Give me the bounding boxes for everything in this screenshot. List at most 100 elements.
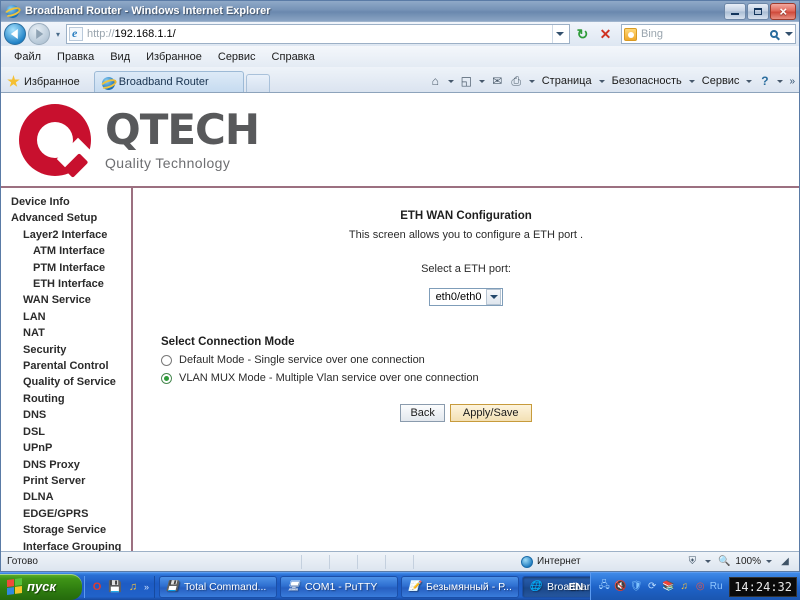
sidebar-item-device-info[interactable]: Device Info (1, 194, 131, 210)
restore-button[interactable] (747, 2, 769, 20)
taskbar-item-putty[interactable]: 🖥 COM1 - PuTTY (280, 575, 399, 598)
eth-port-select-wrapper: eth0/eth0 (133, 288, 799, 306)
sidebar-item-dns[interactable]: DNS (1, 407, 131, 423)
window-title: Broadband Router - Windows Internet Expl… (25, 5, 271, 17)
tab-broadband-router[interactable]: Broadband Router (93, 71, 244, 92)
taskbar-item-label: Безымянный - Р... (426, 580, 512, 593)
chevron-down-icon[interactable] (486, 289, 502, 305)
recent-pages-dropdown-icon[interactable]: ▾ (52, 30, 64, 39)
radio-default-mode-indicator[interactable] (161, 354, 172, 366)
print-dropdown-icon[interactable] (528, 79, 535, 83)
sidebar-item-eth-interface[interactable]: ETH Interface (1, 276, 131, 292)
apply-save-button[interactable]: Apply/Save (449, 404, 532, 422)
help-dropdown-icon[interactable] (777, 79, 784, 83)
tools-dropdown-icon[interactable] (746, 79, 753, 83)
sidebar-item-storage-service[interactable]: Storage Service (1, 522, 131, 538)
menu-item-help[interactable]: Справка (265, 49, 322, 65)
security-zone[interactable]: Интернет (441, 555, 684, 568)
command-bar: ⌂ ◱ ✉ ⎙ Страница Безопасность Сервис ? » (427, 73, 799, 92)
sidebar-item-nat[interactable]: NAT (1, 325, 131, 341)
new-tab-button[interactable] (245, 74, 270, 92)
sidebar-item-parental-control[interactable]: Parental Control (1, 358, 131, 374)
command-page[interactable]: Страница (539, 75, 595, 87)
sidebar-item-print-server[interactable]: Print Server (1, 473, 131, 489)
sidebar-item-lan[interactable]: LAN (1, 309, 131, 325)
command-tools[interactable]: Сервис (699, 75, 743, 87)
home-dropdown-icon[interactable] (447, 79, 454, 83)
command-security[interactable]: Безопасность (609, 75, 685, 87)
sidebar-item-ptm-interface[interactable]: PTM Interface (1, 260, 131, 276)
back-button-form[interactable]: Back (400, 404, 445, 422)
sync-icon[interactable]: ⟳ (645, 580, 659, 594)
radio-vlan-mux-mode-indicator[interactable] (161, 372, 172, 384)
taskbar-item-notepad[interactable]: 📝 Безымянный - Р... (401, 575, 520, 598)
opera-icon[interactable]: O (90, 580, 104, 594)
sidebar-item-atm-interface[interactable]: ATM Interface (1, 243, 131, 259)
command-overflow-icon[interactable]: » (787, 76, 795, 87)
sidebar-item-layer2-interface[interactable]: Layer2 Interface (1, 227, 131, 243)
zoom-dropdown-icon[interactable] (766, 560, 772, 563)
back-button[interactable] (4, 23, 26, 45)
forward-button[interactable] (28, 23, 50, 45)
opera-tray-icon[interactable]: ◎ (693, 580, 707, 594)
sidebar-item-edge-gprs[interactable]: EDGE/GPRS (1, 506, 131, 522)
stop-icon[interactable]: ✕ (595, 24, 616, 45)
winamp-icon[interactable]: ♫ (126, 580, 140, 594)
protected-mode-dropdown-icon[interactable] (705, 560, 712, 563)
sidebar-item-quality-of-service[interactable]: Quality of Service (1, 374, 131, 390)
sidebar-item-dsl[interactable]: DSL (1, 424, 131, 440)
sidebar-item-advanced-setup[interactable]: Advanced Setup (1, 210, 131, 226)
feeds-dropdown-icon[interactable] (478, 79, 485, 83)
zoom-icon[interactable]: 🔍 (716, 555, 732, 569)
radio-default-mode[interactable]: Default Mode - Single service over one c… (161, 354, 799, 366)
close-button[interactable]: × (770, 2, 796, 20)
menu-item-file[interactable]: Файл (7, 49, 48, 65)
eth-port-select[interactable]: eth0/eth0 (428, 288, 504, 306)
antivirus-icon[interactable]: 🛡 (629, 580, 643, 594)
zoom-level[interactable]: 100% (735, 556, 761, 567)
menu-item-view[interactable]: Вид (103, 49, 137, 65)
taskbar-item-total-commander[interactable]: 💾 Total Command... (159, 575, 278, 598)
print-icon[interactable]: ⎙ (508, 73, 525, 89)
refresh-icon[interactable]: ↻ (572, 24, 593, 45)
mail-icon[interactable]: ✉ (489, 73, 506, 89)
menu-item-tools[interactable]: Сервис (211, 49, 263, 65)
winamp-tray-icon[interactable]: ♫ (677, 580, 691, 594)
books-icon[interactable]: 📚 (661, 580, 675, 594)
radio-vlan-mux-mode[interactable]: VLAN MUX Mode - Multiple Vlan service ov… (161, 372, 799, 384)
resize-grip-icon[interactable]: ◢ (777, 555, 793, 569)
radio-default-mode-label: Default Mode - Single service over one c… (179, 354, 425, 366)
page-dropdown-icon[interactable] (598, 79, 605, 83)
feeds-icon[interactable]: ◱ (458, 73, 475, 89)
sidebar-item-dns-proxy[interactable]: DNS Proxy (1, 457, 131, 473)
save-disk-icon[interactable]: 💾 (108, 580, 122, 594)
star-icon (7, 75, 20, 87)
security-dropdown-icon[interactable] (688, 79, 695, 83)
favorites-button[interactable]: Избранное (5, 75, 88, 92)
address-dropdown-icon[interactable] (552, 25, 567, 43)
help-icon[interactable]: ? (756, 73, 773, 89)
sidebar-item-upnp[interactable]: UPnP (1, 440, 131, 456)
quick-launch-overflow-icon[interactable]: » (144, 582, 149, 592)
sidebar-item-interface-grouping[interactable]: Interface Grouping (1, 539, 131, 551)
system-clock[interactable]: 14:24:32 (729, 576, 797, 597)
menu-item-edit[interactable]: Правка (50, 49, 101, 65)
search-provider-dropdown-icon[interactable] (784, 32, 793, 36)
start-button[interactable]: пуск (0, 573, 82, 600)
sidebar-item-wan-service[interactable]: WAN Service (1, 292, 131, 308)
search-input[interactable]: Bing (621, 24, 796, 44)
search-submit-icon[interactable] (764, 24, 784, 44)
sidebar-item-dlna[interactable]: DLNA (1, 489, 131, 505)
windows-taskbar: пуск O 💾 ♫ » 💾 Total Command... 🖥 COM1 -… (0, 572, 800, 600)
network-icon[interactable]: 🖧 (597, 580, 611, 594)
address-input[interactable]: http://192.168.1.1/ (66, 24, 570, 44)
protected-mode-icon: ⛨ (688, 556, 697, 567)
minimize-button[interactable] (724, 2, 746, 20)
menu-item-favorites[interactable]: Избранное (139, 49, 209, 65)
sidebar-item-routing[interactable]: Routing (1, 391, 131, 407)
language-indicator[interactable]: EN (562, 581, 591, 593)
punto-switcher-icon[interactable]: Ru (709, 580, 723, 594)
home-icon[interactable]: ⌂ (427, 73, 444, 89)
volume-muted-icon[interactable]: 🔇 (613, 580, 627, 594)
sidebar-item-security[interactable]: Security (1, 342, 131, 358)
